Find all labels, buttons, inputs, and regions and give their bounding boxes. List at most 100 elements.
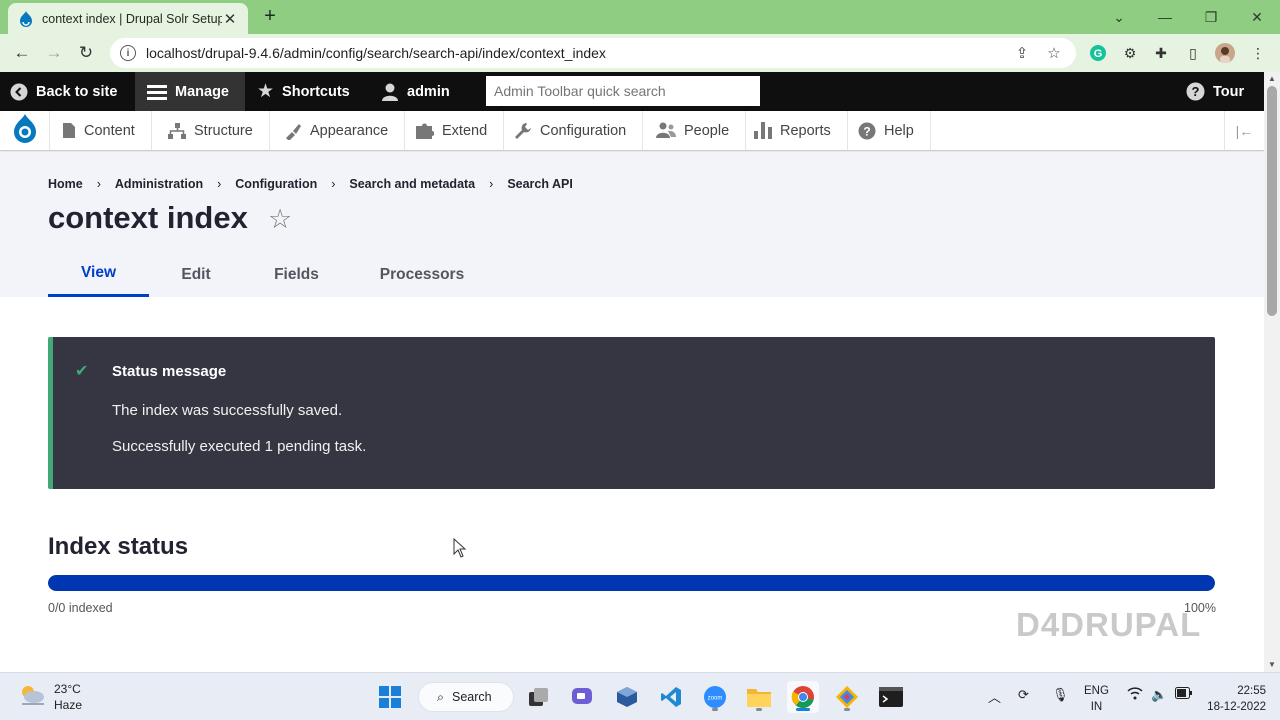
tab-fields[interactable]: Fields (243, 252, 350, 297)
teams-chat-icon[interactable] (567, 681, 599, 713)
tour-button[interactable]: ? Tour (1186, 72, 1244, 111)
search-icon: ⌕ (437, 689, 445, 704)
scroll-up-icon[interactable]: ▲ (1264, 72, 1280, 86)
task-view-icon[interactable] (523, 681, 555, 713)
svg-text:?: ? (863, 124, 870, 138)
tray-item-structure[interactable]: Structure (156, 111, 270, 150)
tray-item-label: Appearance (310, 122, 389, 139)
indexed-count: 0/0 indexed (48, 601, 113, 615)
bookmark-star-icon[interactable]: ☆ (1044, 44, 1064, 62)
battery-icon[interactable] (1175, 687, 1193, 702)
taskbar-search-label: Search (452, 690, 492, 704)
clock-time: 22:55 (1237, 685, 1266, 697)
tour-label: Tour (1213, 83, 1245, 100)
chrome-icon[interactable] (787, 681, 819, 713)
vscode-icon[interactable] (655, 681, 687, 713)
reload-icon[interactable]: ↻ (74, 41, 98, 65)
breadcrumb-link[interactable]: Home (48, 177, 83, 191)
shortcuts-tab[interactable]: ★ Shortcuts (257, 72, 350, 111)
share-icon[interactable]: ⇪ (1012, 44, 1032, 62)
admin-tray: Content Structure Appearance Extend Conf… (0, 111, 1264, 151)
back-to-site-link[interactable]: Back to site (10, 72, 117, 111)
file-explorer-icon[interactable] (743, 681, 775, 713)
zoom-icon[interactable]: zoom (699, 681, 731, 713)
breadcrumb-link[interactable]: Search and metadata (349, 177, 475, 191)
breadcrumb-link[interactable]: Administration (115, 177, 203, 191)
status-message: ✔ Status message The index was successfu… (48, 337, 1215, 489)
scroll-down-icon[interactable]: ▼ (1264, 658, 1280, 672)
tab-view[interactable]: View (48, 252, 149, 297)
weather-widget[interactable]: 23°C Haze (18, 681, 82, 713)
address-bar[interactable]: i localhost/drupal-9.4.6/admin/config/se… (110, 38, 1076, 68)
running-indicator (844, 708, 850, 711)
side-panel-icon[interactable]: ▯ (1183, 43, 1203, 63)
wifi-icon[interactable] (1127, 687, 1143, 703)
mouse-cursor-icon (453, 537, 467, 563)
tab-close-icon[interactable]: ✕ (222, 10, 238, 28)
tray-item-configuration[interactable]: Configuration (502, 111, 644, 150)
tray-item-extend[interactable]: Extend (404, 111, 505, 150)
tray-item-content[interactable]: Content (50, 111, 152, 150)
tray-item-people[interactable]: People (644, 111, 747, 150)
tray-item-label: People (684, 122, 730, 139)
site-info-icon[interactable]: i (120, 45, 136, 61)
page-scrollbar[interactable]: ▲ ▼ (1264, 72, 1280, 672)
breadcrumb-link[interactable]: Search API (507, 177, 573, 191)
sync-icon[interactable]: ⟳ (1018, 687, 1029, 703)
document-icon (62, 122, 76, 139)
user-tab[interactable]: admin (381, 72, 450, 111)
minimize-icon[interactable]: — (1142, 0, 1188, 34)
tab-edit[interactable]: Edit (149, 252, 243, 297)
back-arrow-icon[interactable]: ← (10, 41, 34, 65)
admin-toolbar-search-input[interactable] (486, 76, 760, 106)
terminal-icon[interactable] (875, 681, 907, 713)
gitkraken-icon[interactable] (831, 681, 863, 713)
chrome-menu-icon[interactable]: ⋮ (1248, 43, 1268, 63)
tray-item-help[interactable]: ? Help (846, 111, 931, 150)
index-progress-fill (48, 575, 1215, 591)
settings-extension-icon[interactable]: ⚙ (1120, 43, 1140, 63)
back-circle-icon (10, 83, 28, 101)
virtualbox-icon[interactable] (611, 681, 643, 713)
puzzle-icon (416, 122, 434, 139)
breadcrumb-separator: › (96, 177, 101, 191)
manage-tab[interactable]: Manage (135, 72, 245, 111)
tray-item-appearance[interactable]: Appearance (272, 111, 406, 150)
volume-icon[interactable]: 🔈 (1151, 687, 1167, 703)
index-status-heading: Index status (48, 533, 189, 560)
forward-arrow-icon[interactable]: → (42, 41, 66, 65)
url-text: localhost/drupal-9.4.6/admin/config/sear… (146, 45, 606, 61)
bar-chart-icon (754, 122, 772, 139)
running-indicator (712, 708, 718, 711)
index-progress-bar (48, 575, 1215, 591)
taskbar-search-button[interactable]: ⌕ Search (418, 682, 514, 712)
checkmark-icon: ✔ (75, 363, 89, 380)
weather-temp: 23°C (54, 682, 81, 696)
admin-toolbar: Back to site Manage ★ Shortcuts admin ? … (0, 72, 1264, 111)
svg-text:zoom: zoom (708, 696, 723, 702)
tray-orientation-toggle-icon[interactable]: |← (1224, 111, 1264, 150)
tray-item-label: Help (884, 122, 914, 139)
drupal-logo-link[interactable] (0, 111, 50, 150)
browser-tab[interactable]: context index | Drupal Solr Setup ✕ (8, 3, 248, 34)
profile-avatar-icon[interactable] (1215, 43, 1235, 63)
local-tasks-tabs: View Edit Fields Processors (48, 252, 494, 297)
extensions-puzzle-icon[interactable]: ✚ (1151, 43, 1171, 63)
grammarly-icon[interactable]: G (1088, 43, 1108, 63)
microphone-icon[interactable]: 🎙 (1052, 687, 1069, 703)
tab-processors[interactable]: Processors (350, 252, 494, 297)
restore-icon[interactable]: ❐ (1188, 0, 1234, 34)
language-indicator[interactable]: ENG IN (1084, 683, 1109, 715)
tray-item-reports[interactable]: Reports (742, 111, 848, 150)
system-clock[interactable]: 22:55 18-12-2022 (1202, 683, 1266, 715)
window-close-icon[interactable]: ✕ (1234, 0, 1280, 34)
breadcrumb-link[interactable]: Configuration (235, 177, 317, 191)
help-circle-icon: ? (1186, 82, 1205, 101)
windows-start-icon[interactable] (374, 681, 406, 713)
scroll-thumb[interactable] (1267, 86, 1277, 316)
tab-search-icon[interactable]: ⌄ (1096, 0, 1142, 34)
shortcut-star-icon[interactable]: ☆ (268, 204, 292, 235)
show-hidden-icons-icon[interactable]: ︿ (988, 687, 1001, 706)
new-tab-icon[interactable]: + (260, 5, 280, 28)
windows-taskbar: 23°C Haze ⌕ Search zoom ︿ ⟳ 🎙 ENG IN 🔈 2… (0, 672, 1280, 720)
